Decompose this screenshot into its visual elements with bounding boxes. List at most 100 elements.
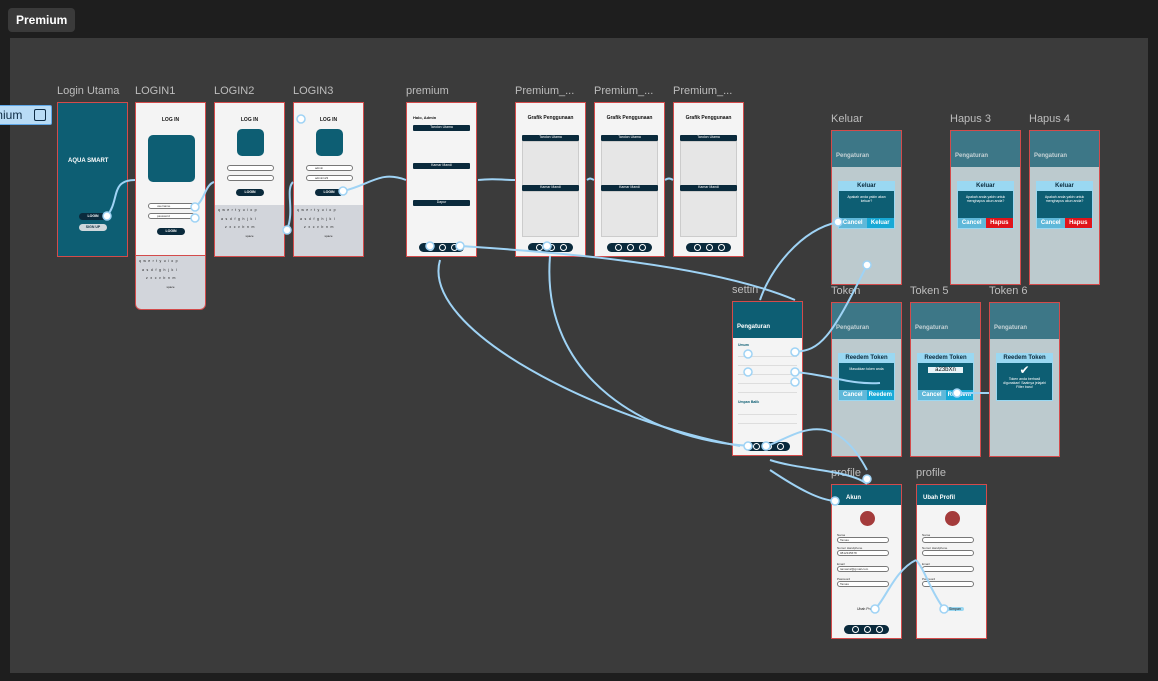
bottom-nav[interactable] [844,625,889,634]
frame-label-premium-a[interactable]: Premium_... [515,85,574,97]
settings-row[interactable] [738,417,797,424]
username-field[interactable] [227,165,274,171]
cancel-button[interactable]: Cancel [839,218,867,228]
frame-premium[interactable]: Halo, Admin Tandon Utama Kamar Mandi Dap… [406,102,477,257]
nama-field[interactable] [922,537,974,543]
frame-label-profile2[interactable]: profile [916,467,946,479]
redeem-button[interactable]: Reedem [945,390,973,400]
frame-profile-edit[interactable]: Ubah Profil Nama Nomor Handphone Email P… [916,484,987,639]
cancel-button[interactable]: Cancel [1037,218,1065,228]
chart-nav-icon[interactable] [694,244,701,251]
frame-login1[interactable]: LOG IN username password LOGIN [135,102,206,257]
frame-label-hapus4[interactable]: Hapus 4 [1029,113,1070,125]
email-field[interactable] [922,566,974,572]
keyboard-login1[interactable]: qwertyuiop asdfghjkl zxcvbnm space [135,255,206,310]
nama-field[interactable]: Tamas [837,537,889,543]
frame-label-login2[interactable]: LOGIN2 [214,85,254,97]
frame-label-premium-c[interactable]: Premium_... [673,85,732,97]
home-nav-icon[interactable] [765,443,772,450]
settings-nav-icon[interactable] [876,626,883,633]
frame-label-keluar[interactable]: Keluar [831,113,863,125]
bottom-nav[interactable] [607,243,652,252]
simpan-button[interactable]: Simpan [946,607,964,611]
frame-token[interactable]: Pengaturan Reedem Token Masukkan token a… [831,302,902,457]
bottom-nav[interactable] [686,243,731,252]
keyboard-row-1[interactable]: qwertyuiop [215,205,284,215]
keyboard-row-3[interactable]: zxcvbnm [136,274,205,282]
telp-field[interactable]: 0812345678 [837,550,889,556]
username-field[interactable]: username [148,203,195,209]
frame-label-login3[interactable]: LOGIN3 [293,85,333,97]
login-submit-button[interactable]: LOGIN [315,189,343,196]
keyboard-space[interactable]: space [136,282,205,289]
password-field[interactable]: admin123 [306,175,353,181]
frame-label-login1[interactable]: LOGIN1 [135,85,175,97]
keyboard-space[interactable]: space [294,231,363,238]
cancel-button[interactable]: Cancel [839,390,867,400]
chart-nav-icon[interactable] [615,244,622,251]
play-icon[interactable] [34,109,46,121]
settings-row[interactable] [738,359,797,366]
password-field[interactable] [227,175,274,181]
frame-login2[interactable]: LOG IN LOGIN qwertyuiop asdfghjkl zxcvbn… [214,102,285,257]
password-field[interactable] [922,581,974,587]
settings-nav-icon[interactable] [718,244,725,251]
home-nav-icon[interactable] [706,244,713,251]
page-tab-premium[interactable]: Premium [8,8,76,32]
cancel-button[interactable]: Cancel [918,390,946,400]
settings-row[interactable] [738,350,797,357]
email-field[interactable]: tamas12@gmail.com [837,566,889,572]
hapus-button[interactable]: Hapus [1064,218,1092,228]
password-field[interactable]: password [148,213,195,219]
frame-label-profile[interactable]: profile [831,467,861,479]
hapus-button[interactable]: Hapus [985,218,1013,228]
frame-hapus4[interactable]: Pengaturan Keluar Apakah anda yakin untu… [1029,130,1100,285]
frame-label-login-utama[interactable]: Login Utama [57,85,119,97]
chart-nav-icon[interactable] [753,443,760,450]
keluar-button[interactable]: Keluar [866,218,894,228]
chart-nav-icon[interactable] [427,244,434,251]
frame-premium-chart-c[interactable]: Grafik Penggunaan Tandon Utama Kamar Man… [673,102,744,257]
password-field[interactable]: Tamas [837,581,889,587]
frame-label-hapus3[interactable]: Hapus 3 [950,113,991,125]
bottom-nav[interactable] [528,243,573,252]
token-input[interactable]: a23bXn [928,367,963,373]
keyboard-row-2[interactable]: asdfghjkl [215,215,284,223]
settings-nav-icon[interactable] [639,244,646,251]
home-nav-icon[interactable] [627,244,634,251]
home-nav-icon[interactable] [439,244,446,251]
frame-label-premium-b[interactable]: Premium_... [594,85,653,97]
keyboard-login2[interactable]: qwertyuiop asdfghjkl zxcvbnm space [215,205,284,256]
keyboard-row-3[interactable]: zxcvbnm [215,223,284,231]
frame-premium-chart-b[interactable]: Grafik Penggunaan Tandon Utama Kamar Man… [594,102,665,257]
cancel-button[interactable]: Cancel [958,218,986,228]
keyboard-row-1[interactable]: qwertyuiop [294,205,363,215]
keyboard-space[interactable]: space [215,231,284,238]
frame-login3[interactable]: LOG IN admin admin123 LOGIN qwertyuiop a… [293,102,364,257]
username-field[interactable]: admin [306,165,353,171]
frame-premium-chart-a[interactable]: Grafik Penggunaan Tandon Utama Kamar Man… [515,102,586,257]
bottom-nav[interactable] [745,442,790,451]
frame-label-token[interactable]: Token [831,285,860,297]
keyboard-row-1[interactable]: qwertyuiop [136,256,205,266]
login-submit-button[interactable]: LOGIN [157,228,185,235]
chart-nav-icon[interactable] [536,244,543,251]
settings-nav-icon[interactable] [777,443,784,450]
signup-button[interactable]: SIGN UP [79,224,107,231]
frame-label-token6[interactable]: Token 6 [989,285,1028,297]
home-nav-icon[interactable] [864,626,871,633]
frame-token6[interactable]: Pengaturan Reedem Token ✔ Token anda ber… [989,302,1060,457]
keyboard-login3[interactable]: qwertyuiop asdfghjkl zxcvbnm space [294,205,363,256]
frame-label-setting[interactable]: settin [732,284,758,296]
login-button[interactable]: LOGIN [79,213,107,220]
frame-hapus3[interactable]: Pengaturan Keluar Apakah anda yakin untu… [950,130,1021,285]
settings-row[interactable] [738,368,797,375]
frame-login-utama[interactable]: AQUA SMART LOGIN SIGN UP [57,102,128,257]
keyboard-row-3[interactable]: zxcvbnm [294,223,363,231]
settings-row[interactable] [738,377,797,384]
frame-token5[interactable]: Pengaturan Reedem Token a23bXn Cancel Re… [910,302,981,457]
settings-row[interactable] [738,408,797,415]
keyboard-row-2[interactable]: asdfghjkl [136,266,205,274]
keyboard-row-2[interactable]: asdfghjkl [294,215,363,223]
frame-profile[interactable]: Akun Nama Tamas Nomor Handphone 08123456… [831,484,902,639]
